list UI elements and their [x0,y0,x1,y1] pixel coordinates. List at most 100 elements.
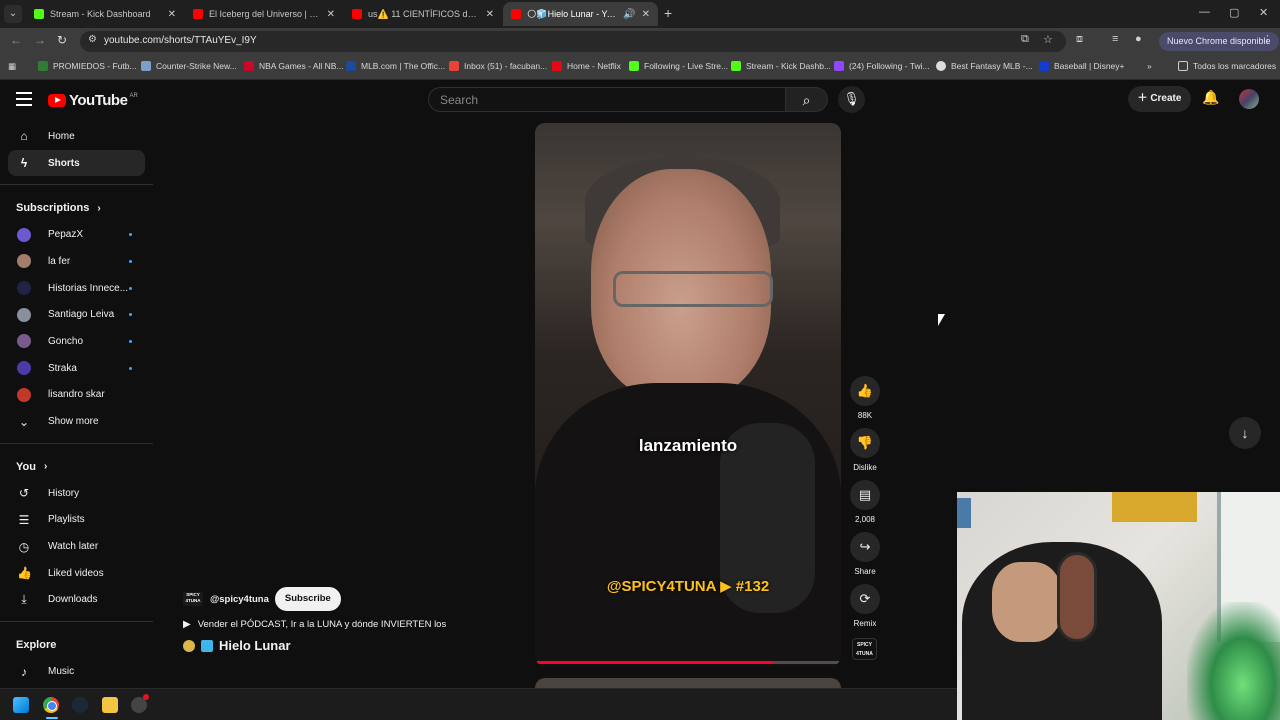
dislike-button[interactable]: 👎 Dislike [847,428,883,480]
tab-close-icon[interactable]: ✕ [168,9,176,20]
minimize-button[interactable]: — [1199,6,1210,18]
bookmark-disney[interactable]: Baseball | Disney+ [1039,61,1124,71]
tab-close-icon[interactable]: ✕ [327,9,335,20]
sidebar-item-music[interactable]: ♪ Music [0,658,153,685]
ice-cube-icon [201,639,213,652]
sidebar-item-watch-later[interactable]: ◷ Watch later [0,533,153,560]
create-button[interactable]: ＋ Create [1128,86,1191,112]
chevron-down-icon: ⌄ [18,414,30,429]
subscribe-button[interactable]: Subscribe [274,587,341,611]
install-app-icon[interactable]: ⧉ [1021,33,1029,46]
shorts-icon: ϟ [20,156,28,171]
tab-hielo-lunar[interactable]: 🌕🧊Hielo Lunar - YouTube 🔊 ✕ [503,2,658,26]
extensions-icon[interactable]: ⧈ [1076,33,1083,46]
back-button[interactable]: ← [10,33,22,47]
bookmark-kick-dashboard[interactable]: Stream - Kick Dashb... [731,61,831,71]
video-caption: lanzamiento [638,436,738,455]
app-notification-icon[interactable] [131,694,149,713]
apps-grid-icon[interactable]: ▦ [8,61,16,72]
channel-mini-avatar[interactable]: SPICY 4TUNA [183,592,203,606]
more-bookmarks-icon[interactable]: » [1147,61,1152,71]
bookmark-kick-following[interactable]: Following - Live Stre... [629,61,728,71]
bookmark-counter-strike[interactable]: Counter-Strike New... [141,61,237,71]
speaker-icon[interactable]: 🔊 [623,9,635,20]
subscription-pepazx[interactable]: PepazX [0,221,153,248]
site-info-icon[interactable]: ⚙ [88,34,97,45]
search-input[interactable]: Search [428,87,786,112]
bookmark-nba[interactable]: NBA Games - All NB... [244,61,344,71]
sidebar-item-playlists[interactable]: ☰ Playlists [0,507,153,534]
bookmark-mlb[interactable]: MLB.com | The Offic... [346,61,445,71]
notifications-bell-icon[interactable]: 🔔 [1202,89,1219,106]
search-button[interactable]: ⌕ [786,87,828,112]
short-video-player[interactable]: lanzamiento @SPICY4TUNA ▶ #132 [535,123,841,666]
bookmark-fantasy-mlb[interactable]: Best Fantasy MLB -... [936,61,1033,71]
profile-avatar-icon[interactable]: ● [1135,33,1142,45]
close-window-button[interactable]: ✕ [1259,6,1268,19]
sidebar-item-history[interactable]: ↺ History [0,480,153,507]
subscription-historias[interactable]: Historias Innece... [0,275,153,302]
subscription-straka[interactable]: Straka [0,355,153,382]
subscription-lisandro-skar[interactable]: lisandro skar [0,382,153,409]
like-button[interactable]: 👍 88K [847,376,883,428]
steam-taskbar-icon[interactable] [72,697,88,713]
plus-icon: ＋ [1137,93,1151,104]
next-short-button[interactable]: ↓ [1229,417,1261,449]
chrome-menu-icon[interactable]: ⋮ [1262,33,1273,46]
chrome-taskbar-icon[interactable] [43,697,59,713]
subscriptions-header[interactable]: Subscriptions › [0,195,153,221]
url-text: youtube.com/shorts/TTAuYEv_I9Y [104,35,257,46]
youtube-favicon-icon [193,9,203,19]
file-explorer-icon[interactable] [102,697,118,713]
you-header[interactable]: You › [0,454,153,480]
tab-kick-dashboard[interactable]: Stream - Kick Dashboard ✕ [26,2,184,26]
all-bookmarks-button[interactable]: Todos los marcadores [1178,61,1276,71]
bookmark-gmail[interactable]: Inbox (51) - facuban... [449,61,547,71]
subscription-la-fer[interactable]: la fer [0,248,153,275]
comments-button[interactable]: ▤ 2,008 [847,480,883,532]
music-icon: ♪ [21,664,27,679]
forward-button[interactable]: → [34,33,46,47]
maximize-button[interactable]: ▢ [1229,6,1239,19]
sidebar-item-liked-videos[interactable]: 👍 Liked videos [0,560,153,587]
menu-icon[interactable] [16,92,32,106]
bookmark-twitch[interactable]: (24) Following - Twi... [834,61,930,71]
tab-search-button[interactable]: ⌄ [4,5,22,23]
youtube-logo[interactable]: YouTube AR [48,92,138,109]
reload-button[interactable]: ↻ [57,33,67,47]
remix-button[interactable]: ⟳ Remix [847,584,883,636]
channel-avatar [17,281,31,296]
sidebar-item-downloads[interactable]: ⤓ Downloads [0,587,153,614]
watch-later-icon: ◷ [18,539,30,554]
bookmarks-bar: ▦ PROMIEDOS - Futb... Counter-Strike New… [0,55,1280,80]
bookmark-netflix[interactable]: Home - Netflix [552,61,621,71]
tab-iceberg[interactable]: El Iceberg del Universo | Misterios ✕ [185,2,343,26]
short-description[interactable]: ▶ Vender el PÓDCAST, Ir a la LUNA y dónd… [183,619,446,630]
address-bar[interactable]: ⚙ youtube.com/shorts/TTAuYEv_I9Y [80,31,1066,52]
subscription-santiago-leiva[interactable]: Santiago Leiva [0,301,153,328]
subscription-goncho[interactable]: Goncho [0,328,153,355]
bookmark-star-icon[interactable]: ☆ [1043,33,1053,46]
channel-handle[interactable]: @spicy4tuna [210,594,269,605]
sidebar-item-home[interactable]: ⌂ Home [0,123,153,150]
tab-cientificos[interactable]: us⚠️ 11 CIENTÍFICOS de EE.UU ✕ [344,2,502,26]
voice-search-button[interactable]: 🎙 [838,86,865,113]
counter-strike-icon [141,61,151,71]
tab-close-icon[interactable]: ✕ [486,9,494,20]
video-progress-bar[interactable] [537,661,839,664]
bookmark-promiedos[interactable]: PROMIEDOS - Futb... [38,61,137,71]
share-button[interactable]: ↪ Share [847,532,883,584]
windows-start-icon[interactable] [13,697,29,713]
tab-close-icon[interactable]: ✕ [642,9,650,20]
show-more-button[interactable]: ⌄ Show more [0,408,153,435]
chrome-update-button[interactable]: Nuevo Chrome disponible [1159,32,1279,51]
account-avatar[interactable] [1239,89,1259,109]
media-controls-icon[interactable]: ≡ [1112,33,1118,45]
youtube-favicon-icon [352,9,362,19]
green-light-glow [1187,602,1280,720]
new-tab-button[interactable]: + [664,5,672,21]
sidebar-item-shorts[interactable]: ϟ Shorts [8,149,145,177]
channel-thumbnail[interactable]: SPICY 4TUNA [852,638,877,660]
channel-avatar [17,307,31,322]
chevron-right-icon: › [97,202,101,214]
